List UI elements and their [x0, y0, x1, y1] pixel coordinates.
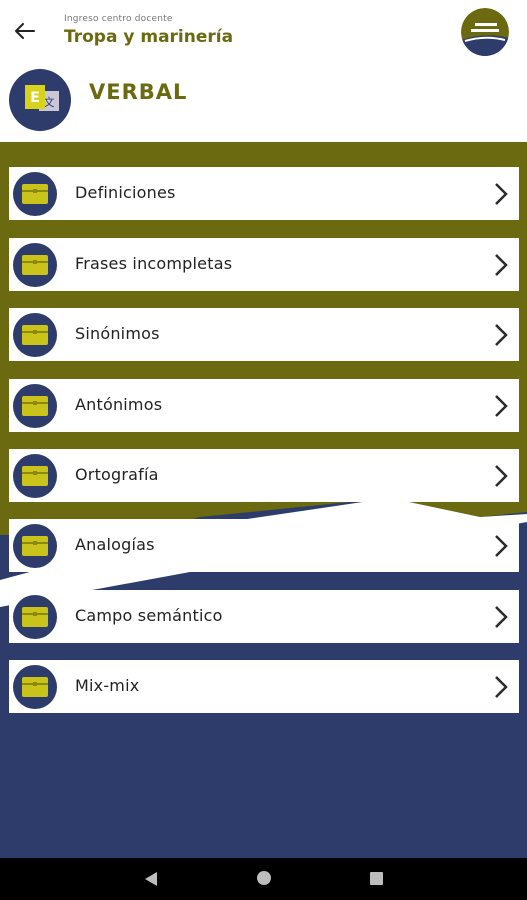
back-arrow-icon[interactable]	[10, 18, 40, 44]
chevron-right-icon	[495, 395, 508, 417]
chevron-right-icon	[495, 254, 508, 276]
folder-icon	[13, 524, 57, 568]
list-item-analogias[interactable]: Analogías	[9, 519, 519, 572]
list-item-label: Definiciones	[75, 183, 176, 202]
chevron-right-icon	[495, 606, 508, 628]
chevron-right-icon	[495, 324, 508, 346]
chevron-right-icon	[495, 535, 508, 557]
system-nav-bar	[0, 858, 527, 900]
svg-text:E: E	[30, 90, 40, 106]
list-item-frases-incompletas[interactable]: Frases incompletas	[9, 238, 519, 291]
list-item-mix-mix[interactable]: Mix-mix	[9, 660, 519, 713]
chevron-right-icon	[495, 183, 508, 205]
folder-icon	[13, 243, 57, 287]
folder-icon	[13, 172, 57, 216]
section-header	[0, 64, 527, 142]
chevron-right-icon	[495, 676, 508, 698]
list-item-antonimos[interactable]: Antónimos	[9, 379, 519, 432]
list-item-campo-semantico[interactable]: Campo semántico	[9, 590, 519, 643]
svg-text:文: 文	[44, 95, 55, 109]
translate-icon: 文 E	[9, 69, 71, 131]
list-item-sinonimos[interactable]: Sinónimos	[9, 308, 519, 361]
list-item-label: Campo semántico	[75, 606, 223, 625]
list-item-label: Frases incompletas	[75, 254, 233, 273]
list-item-label: Mix-mix	[75, 676, 140, 695]
list-item-label: Sinónimos	[75, 324, 160, 343]
section-title: VERBAL	[89, 80, 188, 104]
page-title: Tropa y marinería	[64, 27, 234, 47]
header-subtitle: Ingreso centro docente	[64, 14, 173, 24]
chevron-right-icon	[495, 465, 508, 487]
folder-icon	[13, 313, 57, 357]
app-bar: Ingreso centro docente Tropa y marinería	[0, 0, 527, 60]
nav-home-icon[interactable]	[257, 871, 271, 885]
list-item-label: Analogías	[75, 535, 155, 554]
list-item-definiciones[interactable]: Definiciones	[9, 167, 519, 220]
nav-back-icon[interactable]	[144, 871, 158, 887]
list-item-ortografia[interactable]: Ortografía	[9, 449, 519, 502]
app-logo	[461, 8, 509, 56]
nav-recents-icon[interactable]	[370, 872, 383, 885]
list-item-label: Antónimos	[75, 395, 163, 414]
folder-icon	[13, 665, 57, 709]
folder-icon	[13, 595, 57, 639]
folder-icon	[13, 454, 57, 498]
list-item-label: Ortografía	[75, 465, 159, 484]
folder-icon	[13, 384, 57, 428]
